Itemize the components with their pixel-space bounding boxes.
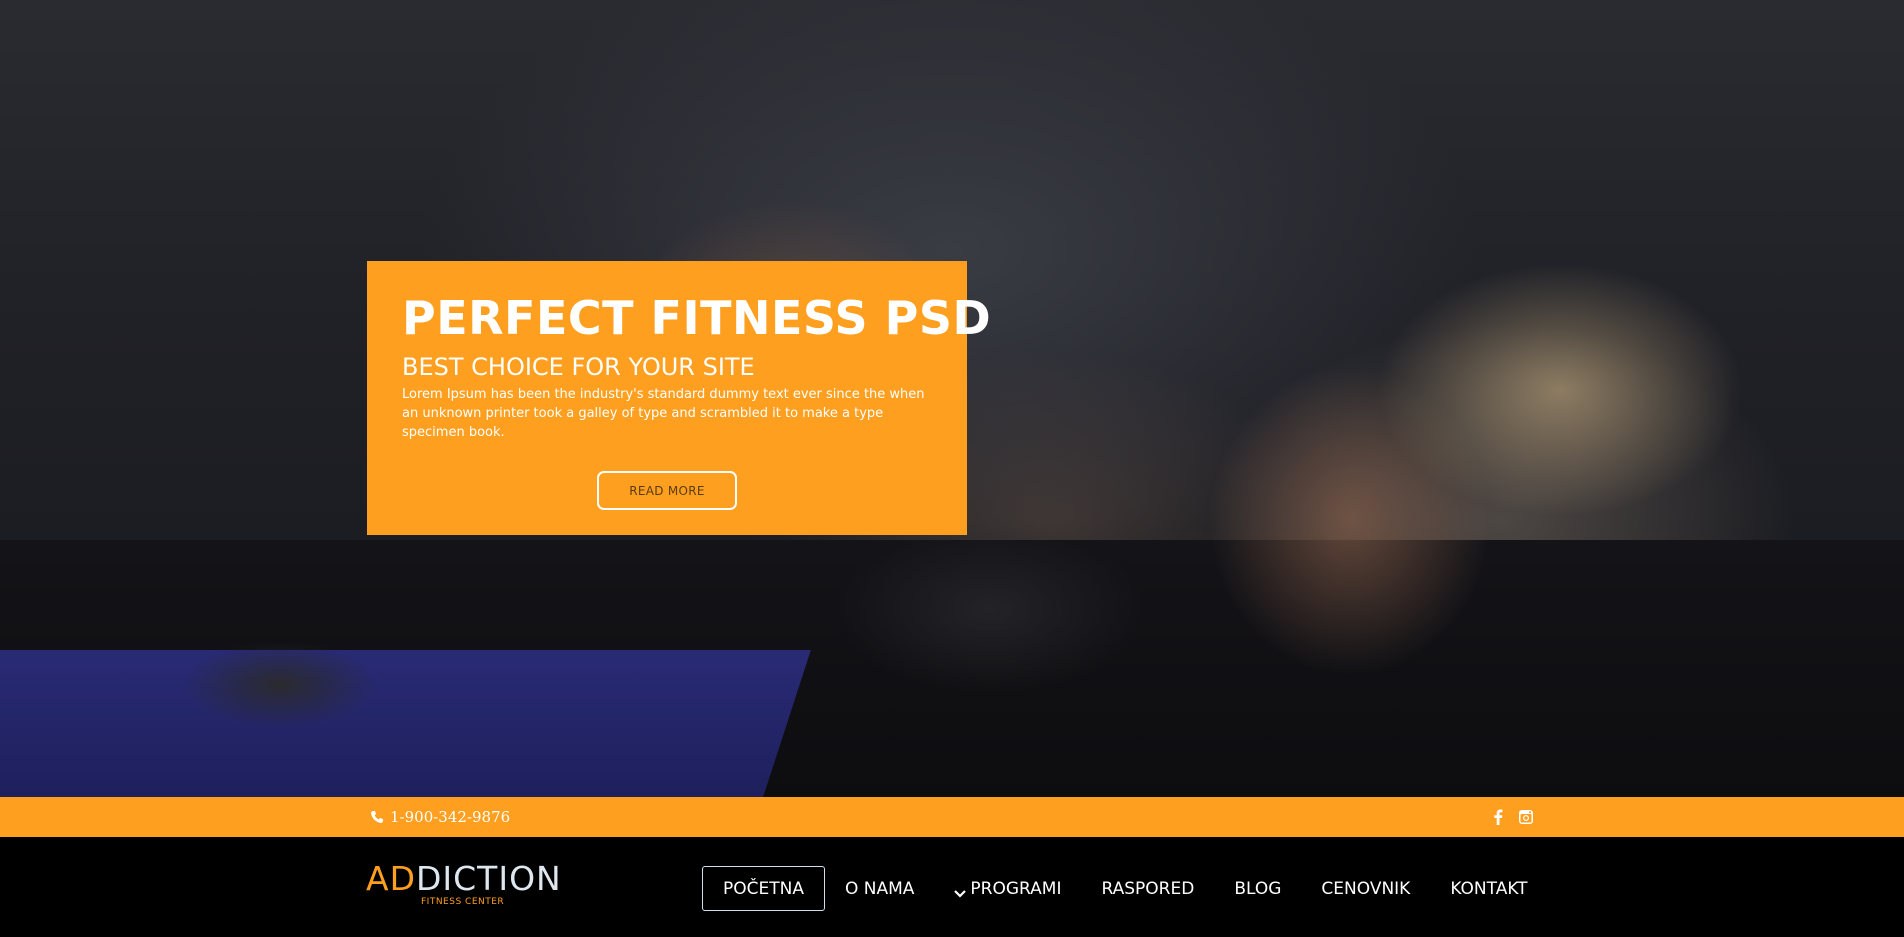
nav-item-raspored[interactable]: RASPORED	[1081, 866, 1214, 911]
nav-item-label: BLOG	[1234, 878, 1282, 899]
promo-title: PERFECT FITNESS PSD	[402, 291, 992, 345]
hero-banner: PERFECT FITNESS PSD BEST CHOICE FOR YOUR…	[0, 0, 1904, 797]
nav-item-programi[interactable]: PROGRAMI	[934, 866, 1081, 911]
chevron-down-icon	[954, 884, 967, 898]
nav-item-kontakt[interactable]: KONTAKT	[1430, 866, 1547, 911]
logo-wordmark: ADDICTION	[366, 861, 576, 897]
logo-ad: AD	[366, 859, 416, 898]
facebook-icon[interactable]	[1490, 808, 1506, 826]
main-navbar: ADDICTION FITNESS CENTER POČETNA O NAMA …	[0, 837, 1904, 937]
nav-menu: POČETNA O NAMA PROGRAMI RASPORED BLOG CE…	[702, 866, 1548, 911]
read-more-button[interactable]: READ MORE	[597, 471, 737, 510]
phone-number: 1-900-342-9876	[390, 808, 511, 826]
contact-bar: 1-900-342-9876	[0, 797, 1904, 837]
instagram-icon[interactable]	[1518, 808, 1534, 826]
nav-item-label: PROGRAMI	[970, 878, 1062, 899]
nav-item-label: O NAMA	[844, 878, 915, 899]
promo-subtitle: BEST CHOICE FOR YOUR SITE	[402, 353, 755, 381]
nav-item-label: RASPORED	[1101, 878, 1195, 899]
logo-tagline: FITNESS CENTER	[421, 897, 505, 907]
nav-item-cenovnik[interactable]: CENOVNIK	[1301, 866, 1430, 911]
phone-icon	[370, 810, 384, 824]
nav-item-o-nama[interactable]: O NAMA	[825, 866, 934, 911]
nav-item-label: CENOVNIK	[1321, 878, 1411, 899]
logo-rest: DICTION	[416, 859, 562, 898]
nav-item-pocetna[interactable]: POČETNA	[702, 866, 825, 911]
nav-item-label: KONTAKT	[1450, 878, 1528, 899]
promo-card: PERFECT FITNESS PSD BEST CHOICE FOR YOUR…	[367, 261, 992, 535]
nav-item-blog[interactable]: BLOG	[1214, 866, 1301, 911]
brand-logo[interactable]: ADDICTION FITNESS CENTER	[366, 861, 576, 911]
phone-contact[interactable]: 1-900-342-9876	[370, 797, 510, 837]
nav-item-label: POČETNA	[723, 878, 804, 899]
social-links	[1490, 797, 1534, 837]
promo-text: Lorem Ipsum has been the industry's stan…	[402, 387, 925, 440]
hero-photo-shoe	[160, 630, 400, 740]
